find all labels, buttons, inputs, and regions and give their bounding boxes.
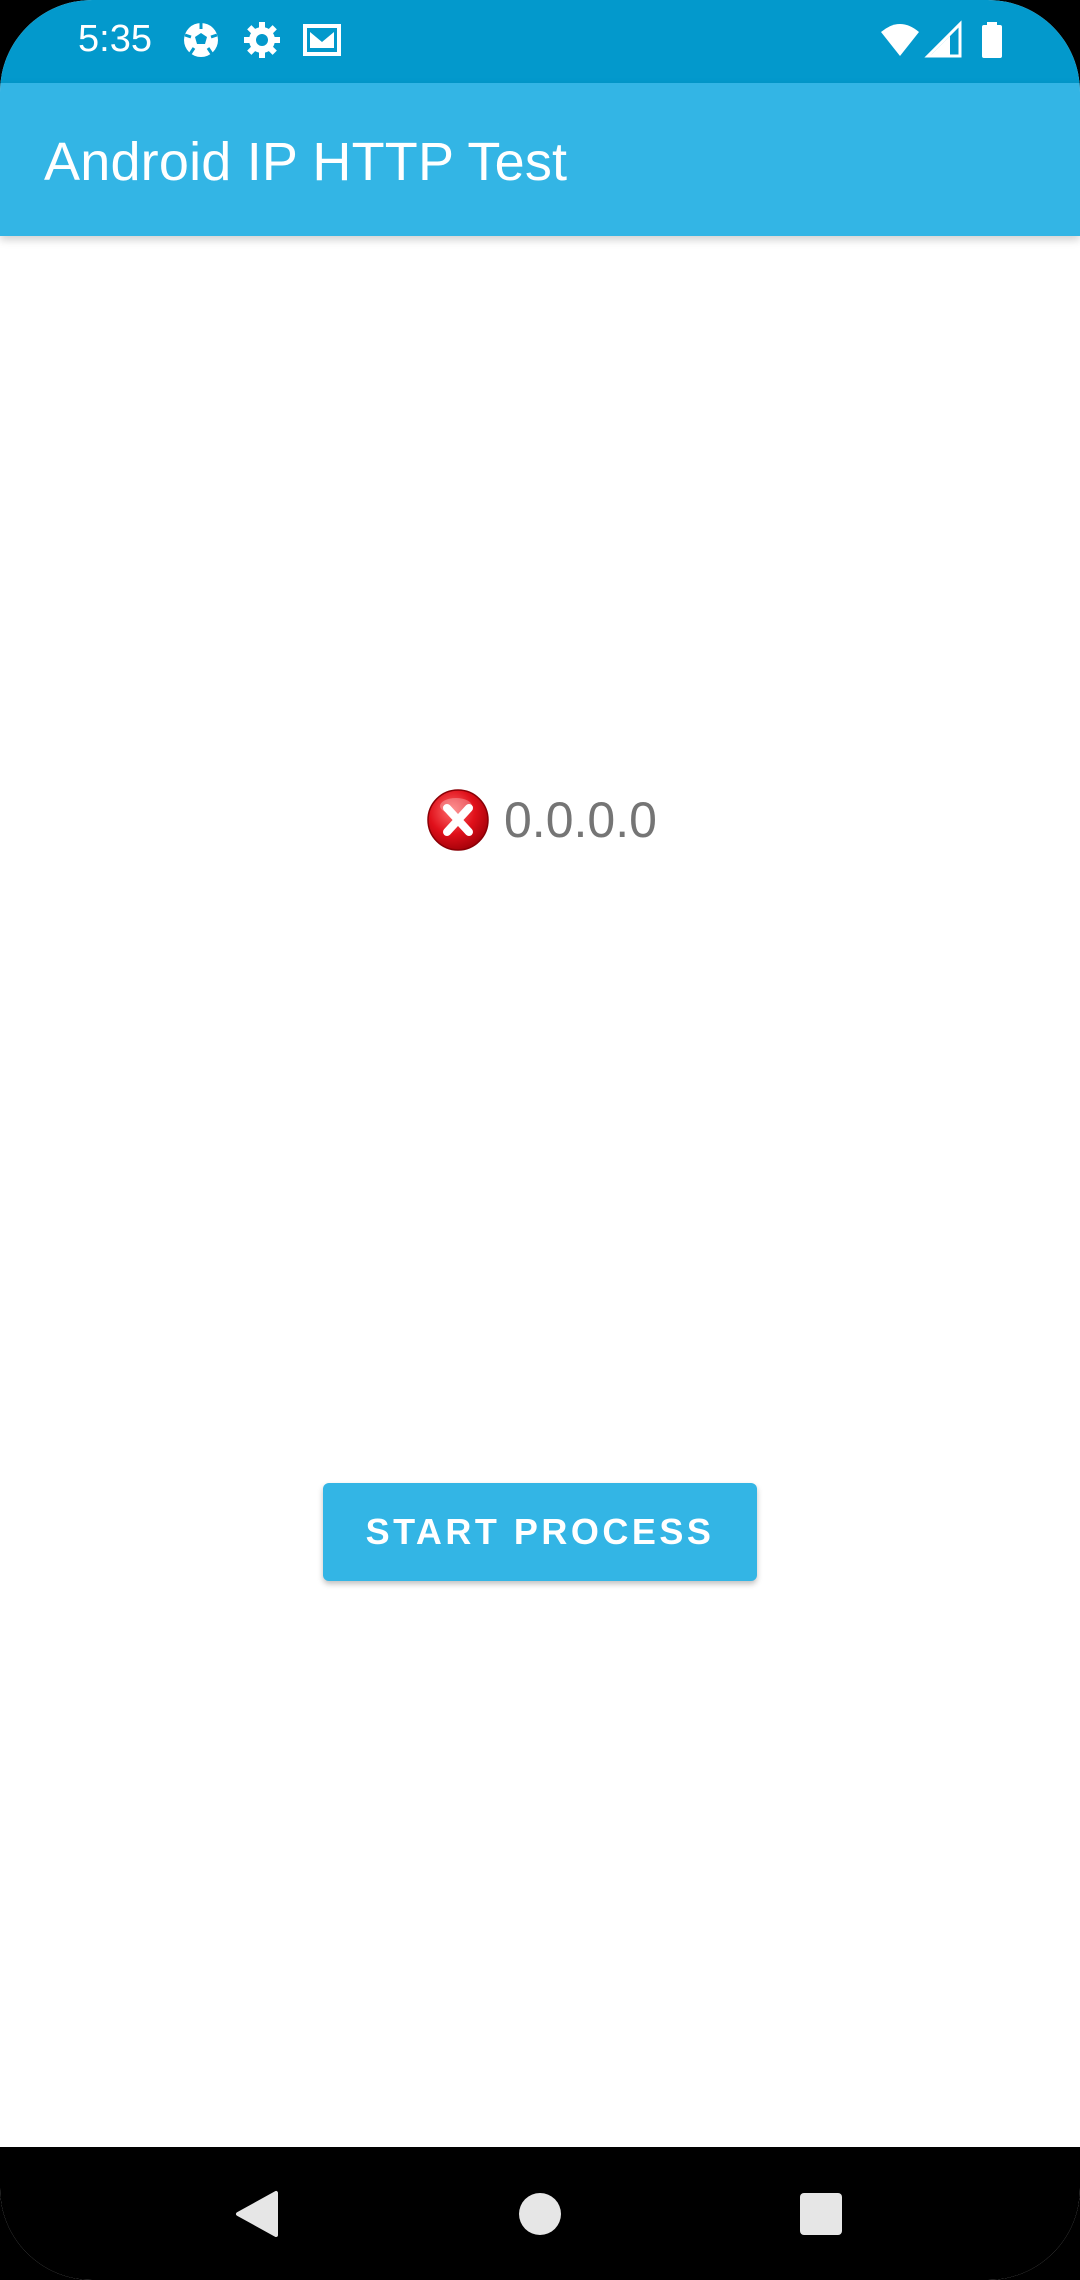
wifi-icon <box>880 20 920 60</box>
battery-icon <box>972 20 1012 60</box>
app-screen: 5:35 Android IP HTTP Test 0.0.0.0 START … <box>0 0 1080 2280</box>
navigation-bar <box>0 2147 1080 2280</box>
back-icon[interactable] <box>234 2189 284 2239</box>
cellular-signal-icon <box>924 20 964 60</box>
app-title: Android IP HTTP Test <box>44 132 568 192</box>
ip-status-row: 0.0.0.0 <box>426 788 657 852</box>
error-x-icon <box>426 788 490 852</box>
gmail-icon <box>302 20 342 60</box>
status-bar: 5:35 <box>0 0 1080 83</box>
recents-icon[interactable] <box>796 2189 846 2239</box>
soccer-ball-icon <box>181 20 221 60</box>
settings-icon <box>242 20 282 60</box>
app-bar: Android IP HTTP Test <box>0 83 1080 236</box>
home-icon[interactable] <box>515 2189 565 2239</box>
status-time: 5:35 <box>78 18 152 60</box>
ip-address-text: 0.0.0.0 <box>504 792 657 848</box>
start-process-button[interactable]: START PROCESS <box>323 1483 757 1581</box>
